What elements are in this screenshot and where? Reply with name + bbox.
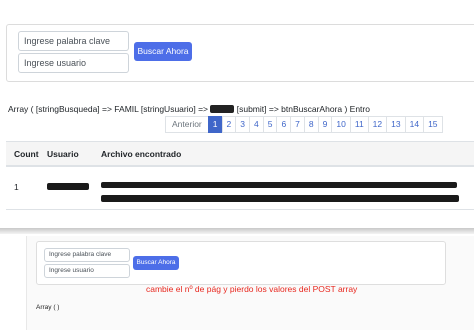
page-link-14[interactable]: 14	[404, 116, 425, 133]
search-button-bottom[interactable]: Buscar Ahora	[133, 256, 179, 270]
page-link-9[interactable]: 9	[317, 116, 333, 133]
redacted-filename-line-1	[101, 182, 457, 188]
page-link-7[interactable]: 7	[290, 116, 305, 133]
annotation-note: cambie el nº de pág y pierdo los valores…	[146, 284, 358, 294]
user-input-bottom[interactable]: Ingrese usuario	[44, 264, 130, 278]
header-count: Count	[14, 149, 39, 159]
page-link-6[interactable]: 6	[276, 116, 292, 133]
page-link-13[interactable]: 13	[386, 116, 406, 133]
page-link-5[interactable]: 5	[262, 116, 278, 133]
keyword-input[interactable]: Ingrese palabra clave	[18, 31, 129, 51]
pagination: Anterior 1 2 3 4 5 6 7 8 9 10 11 12 13 1…	[165, 116, 443, 133]
array-prefix: Array ( [stringBusqueda] => FAMIL [strin…	[8, 104, 211, 114]
pagination-previous[interactable]: Anterior	[165, 116, 209, 133]
page-link-11[interactable]: 11	[349, 116, 369, 133]
header-usuario: Usuario	[47, 149, 79, 159]
search-button[interactable]: Buscar Ahora	[134, 42, 192, 61]
post-array-debug: Array ( [stringBusqueda] => FAMIL [strin…	[8, 104, 370, 114]
redacted-username	[47, 183, 89, 190]
screenshot-divider	[0, 228, 474, 234]
page-link-8[interactable]: 8	[303, 116, 319, 133]
user-input[interactable]: Ingrese usuario	[18, 53, 129, 73]
page-link-12[interactable]: 12	[367, 116, 388, 133]
redacted-filename-line-2	[101, 195, 459, 202]
array-suffix: [submit] => btnBuscarAhora ) Entro	[234, 104, 370, 114]
empty-array-output: Array ( )	[36, 304, 60, 311]
redacted-value	[210, 105, 235, 113]
page-link-4[interactable]: 4	[248, 116, 264, 133]
page-link-3[interactable]: 3	[235, 116, 250, 133]
page-link-2[interactable]: 2	[221, 116, 237, 133]
row-count-cell: 1	[14, 182, 19, 192]
page-link-1[interactable]: 1	[207, 116, 223, 133]
top-screenshot: Ingrese palabra clave Ingrese usuario Bu…	[0, 0, 474, 228]
keyword-input-bottom[interactable]: Ingrese palabra clave	[44, 248, 130, 262]
page-link-15[interactable]: 15	[423, 116, 443, 133]
page-link-10[interactable]: 10	[331, 116, 351, 133]
header-archivo: Archivo encontrado	[101, 149, 182, 159]
